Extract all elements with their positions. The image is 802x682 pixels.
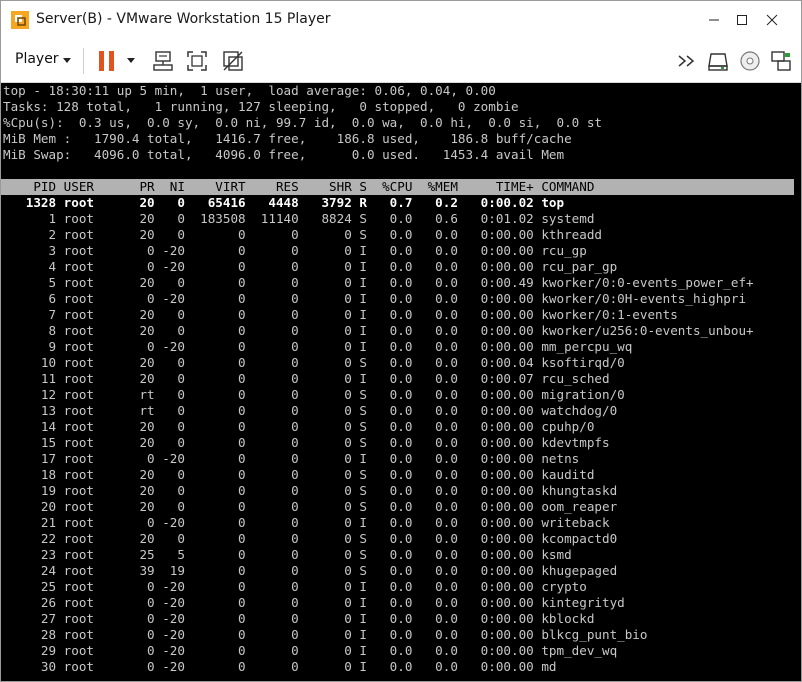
pause-icon: [99, 51, 114, 71]
summary-line: MiB Swap: 4096.0 total, 4096.0 free, 0.0…: [3, 147, 565, 162]
fullscreen-icon: [187, 51, 207, 71]
process-row: 21 root 0 -20 0 0 0 I 0.0 0.0 0:00.00 wr…: [3, 515, 610, 530]
process-row: 2 root 20 0 0 0 0 S 0.0 0.0 0:00.00 kthr…: [3, 227, 602, 242]
process-row: 8 root 20 0 0 0 0 I 0.0 0.0 0:00.00 kwor…: [3, 323, 754, 338]
vmware-window: Server(B) - VMware Workstation 15 Player…: [0, 0, 802, 682]
toolbar-divider: [83, 48, 84, 74]
process-row: 29 root 0 -20 0 0 0 I 0.0 0.0 0:00.00 tp…: [3, 643, 618, 658]
process-row: 24 root 39 19 0 0 0 S 0.0 0.0 0:00.00 kh…: [3, 563, 618, 578]
process-row: 27 root 0 -20 0 0 0 I 0.0 0.0 0:00.00 kb…: [3, 611, 595, 626]
process-row: 1 root 20 0 183508 11140 8824 S 0.0 0.6 …: [3, 211, 595, 226]
process-row: 20 root 20 0 0 0 0 S 0.0 0.0 0:00.00 oom…: [3, 499, 618, 514]
close-button[interactable]: [744, 1, 800, 39]
process-row: 22 root 20 0 0 0 0 S 0.0 0.0 0:00.00 kco…: [3, 531, 618, 546]
send-ctrl-alt-del-button[interactable]: [149, 47, 177, 75]
process-row: 18 root 20 0 0 0 0 S 0.0 0.0 0:00.00 kau…: [3, 467, 595, 482]
process-row: 13 root rt 0 0 0 0 S 0.0 0.0 0:00.00 wat…: [3, 403, 618, 418]
window-title: Server(B) - VMware Workstation 15 Player: [36, 11, 331, 27]
process-row: 4 root 0 -20 0 0 0 I 0.0 0.0 0:00.00 rcu…: [3, 259, 618, 274]
summary-line: top - 18:30:11 up 5 min, 1 user, load av…: [3, 83, 496, 98]
process-row: 30 root 0 -20 0 0 0 I 0.0 0.0 0:00.00 md: [3, 659, 557, 674]
chevron-down-icon[interactable]: [63, 58, 71, 63]
process-row: 3 root 0 -20 0 0 0 I 0.0 0.0 0:00.00 rcu…: [3, 243, 587, 258]
summary-line: MiB Mem : 1790.4 total, 1416.7 free, 186…: [3, 131, 572, 146]
unity-icon: [223, 51, 243, 71]
process-row: 15 root 20 0 0 0 0 S 0.0 0.0 0:00.00 kde…: [3, 435, 610, 450]
pause-dropdown-chevron-icon[interactable]: [127, 58, 135, 63]
process-row: 28 root 0 -20 0 0 0 I 0.0 0.0 0:00.00 bl…: [3, 627, 648, 642]
process-row: 9 root 0 -20 0 0 0 I 0.0 0.0 0:00.00 mm_…: [3, 339, 633, 354]
fullscreen-button[interactable]: [183, 47, 211, 75]
process-table: 1328 root 20 0 65416 4448 3792 R 0.7 0.2…: [3, 195, 754, 675]
network-adapter-button[interactable]: [767, 47, 795, 75]
send-ctrl-alt-del-icon: [153, 51, 173, 71]
process-row: 11 root 20 0 0 0 0 I 0.0 0.0 0:00.07 rcu…: [3, 371, 610, 386]
process-row: 17 root 0 -20 0 0 0 I 0.0 0.0 0:00.00 ne…: [3, 451, 580, 466]
process-row: 14 root 20 0 0 0 0 S 0.0 0.0 0:00.00 cpu…: [3, 419, 595, 434]
top-summary: top - 18:30:11 up 5 min, 1 user, load av…: [3, 83, 602, 163]
vmware-app-icon: [11, 11, 29, 29]
player-menu[interactable]: Player: [15, 51, 59, 67]
cd-dvd-button[interactable]: [736, 47, 764, 75]
cd-icon: [740, 51, 760, 71]
process-row: 6 root 0 -20 0 0 0 I 0.0 0.0 0:00.00 kwo…: [3, 291, 747, 306]
vm-console[interactable]: top - 18:30:11 up 5 min, 1 user, load av…: [1, 83, 801, 681]
close-icon: [766, 14, 778, 26]
process-table-header: PID USER PR NI VIRT RES SHR S %CPU %MEM …: [1, 179, 794, 195]
process-row: 25 root 0 -20 0 0 0 I 0.0 0.0 0:00.00 cr…: [3, 579, 587, 594]
pause-button[interactable]: [93, 47, 121, 75]
process-row: 5 root 20 0 0 0 0 I 0.0 0.0 0:00.49 kwor…: [3, 275, 754, 290]
process-row: 23 root 25 5 0 0 0 S 0.0 0.0 0:00.00 ksm…: [3, 547, 572, 562]
removable-device-icon: [708, 53, 728, 71]
forward-icon: [678, 55, 695, 67]
network-icon: [771, 51, 791, 71]
summary-line: %Cpu(s): 0.3 us, 0.0 sy, 0.0 ni, 99.7 id…: [3, 115, 602, 130]
forward-button[interactable]: [674, 47, 702, 75]
title-bar: Server(B) - VMware Workstation 15 Player: [1, 1, 801, 39]
process-row: 12 root rt 0 0 0 0 S 0.0 0.0 0:00.00 mig…: [3, 387, 625, 402]
process-row: 10 root 20 0 0 0 0 S 0.0 0.0 0:00.04 kso…: [3, 355, 625, 370]
unity-button[interactable]: [219, 47, 247, 75]
summary-line: Tasks: 128 total, 1 running, 127 sleepin…: [3, 99, 519, 114]
process-row: 1328 root 20 0 65416 4448 3792 R 0.7 0.2…: [3, 195, 565, 210]
toolbar: Player: [1, 39, 801, 83]
process-row: 26 root 0 -20 0 0 0 I 0.0 0.0 0:00.00 ki…: [3, 595, 625, 610]
process-row: 7 root 20 0 0 0 0 I 0.0 0.0 0:00.00 kwor…: [3, 307, 678, 322]
removable-device-button[interactable]: [704, 47, 732, 75]
process-row: 19 root 20 0 0 0 0 S 0.0 0.0 0:00.00 khu…: [3, 483, 618, 498]
